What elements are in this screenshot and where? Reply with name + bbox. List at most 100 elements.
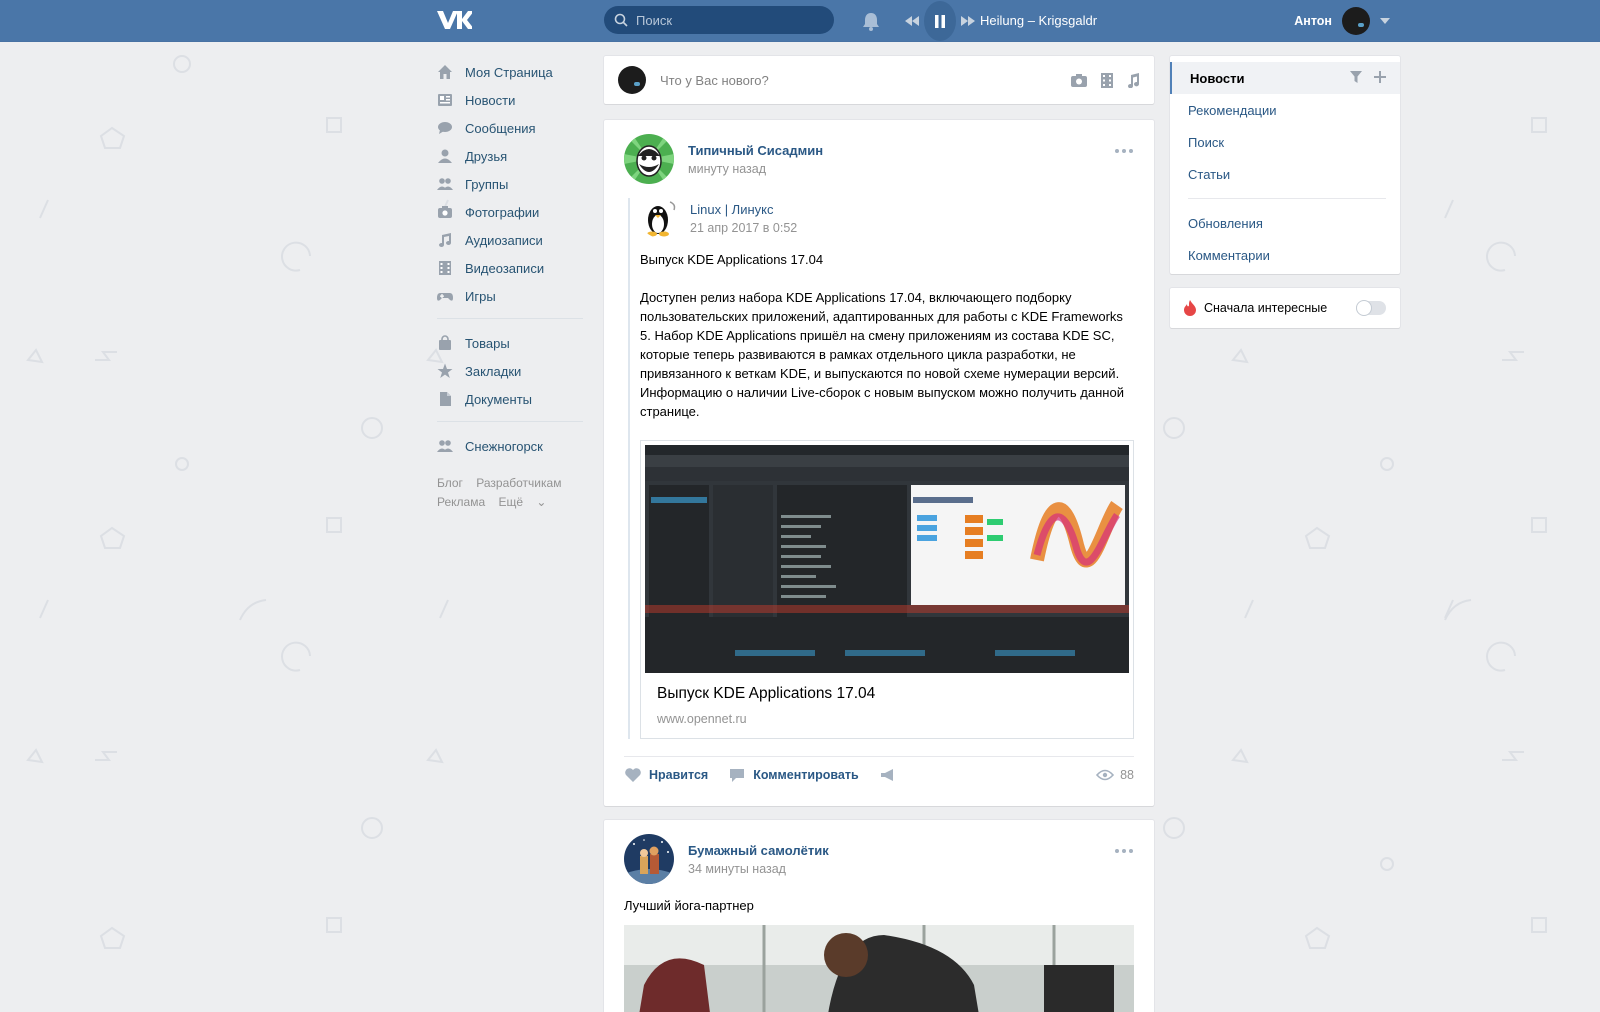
avatar xyxy=(1342,7,1370,35)
post: Типичный Сисадмин минуту назад Linux | Л… xyxy=(604,120,1154,806)
sidebar-item[interactable]: Видеозаписи xyxy=(437,254,587,282)
heart-icon xyxy=(625,767,641,782)
more-icon[interactable] xyxy=(1114,148,1134,154)
avatar[interactable] xyxy=(624,834,674,884)
sidebar-item[interactable]: Группы xyxy=(437,170,587,198)
like-button[interactable]: Нравится xyxy=(624,767,708,783)
next-track-button[interactable] xyxy=(956,0,980,42)
sidebar-item[interactable]: Аудиозаписи xyxy=(437,226,587,254)
sidebar-item[interactable]: Закладки xyxy=(437,357,587,385)
blog-link[interactable]: Блог xyxy=(437,476,463,490)
more-link[interactable]: Ещё ⌄ xyxy=(498,495,556,509)
interesting-first-toggle[interactable] xyxy=(1356,300,1386,316)
sidebar-item-label: Игры xyxy=(465,288,496,304)
repost-author[interactable]: Linux | Линукс xyxy=(690,202,797,217)
search-box[interactable] xyxy=(604,6,834,34)
tux-avatar-image xyxy=(640,198,680,238)
post-title-text: Выпуск KDE Applications 17.04 xyxy=(640,252,824,267)
post-composer[interactable]: Что у Вас нового? xyxy=(604,56,1154,104)
link-domain[interactable]: www.opennet.ru xyxy=(657,712,1117,726)
vk-logo[interactable] xyxy=(436,9,472,31)
composer-input[interactable]: Что у Вас нового? xyxy=(660,73,1070,88)
user-menu[interactable]: Антон xyxy=(1294,0,1390,42)
filter-comments[interactable]: Комментарии xyxy=(1170,239,1400,271)
news-icon xyxy=(437,92,453,108)
sidebar-item[interactable]: Друзья xyxy=(437,142,587,170)
filter-articles[interactable]: Статьи xyxy=(1170,158,1400,190)
link-title[interactable]: Выпуск KDE Applications 17.04 xyxy=(657,685,1117,703)
sidebar-item[interactable]: Документы xyxy=(437,385,587,413)
document-icon xyxy=(437,391,453,407)
sidebar-item-label: Товары xyxy=(465,335,510,351)
video-icon[interactable] xyxy=(1100,72,1114,88)
divider xyxy=(1188,198,1386,199)
bell-icon[interactable] xyxy=(862,11,880,31)
link-preview-image xyxy=(645,445,1129,673)
comment-label: Комментировать xyxy=(753,767,859,782)
sidebar-item[interactable]: Игры xyxy=(437,282,587,310)
friends-icon xyxy=(437,148,453,164)
sidebar-item[interactable]: Снежногорск xyxy=(437,432,587,460)
sidebar-item[interactable]: Новости xyxy=(437,86,587,114)
user-name: Антон xyxy=(1294,14,1332,28)
left-nav: Моя Страница Новости Сообщения Друзья Группы… xyxy=(437,58,587,512)
post-author[interactable]: Бумажный самолётик xyxy=(688,843,829,858)
comment-icon xyxy=(730,768,745,782)
pause-button[interactable] xyxy=(924,1,956,41)
more-icon[interactable] xyxy=(1114,848,1134,854)
search-input[interactable] xyxy=(636,12,816,28)
camera-icon xyxy=(437,204,453,220)
music-icon[interactable] xyxy=(1126,72,1140,88)
developers-link[interactable]: Разработчикам xyxy=(476,476,561,490)
previous-track-button[interactable] xyxy=(900,0,924,42)
sidebar-item[interactable]: Моя Страница xyxy=(437,58,587,86)
post-body-text: Доступен релиз набора KDE Applications 1… xyxy=(640,290,1124,419)
search-icon xyxy=(614,13,628,27)
fire-icon xyxy=(1184,300,1196,316)
sidebar-item-label: Фотографии xyxy=(465,204,540,220)
filter-news[interactable]: Новости xyxy=(1170,62,1400,94)
sidebar-item-label: Друзья xyxy=(465,148,508,164)
sidebar-item-label: Аудиозаписи xyxy=(465,232,543,248)
post-photo[interactable] xyxy=(624,925,1134,1012)
sidebar-item[interactable]: Товары xyxy=(437,329,587,357)
sidebar-item[interactable]: Фотографии xyxy=(437,198,587,226)
interesting-first-toggle-row[interactable]: Сначала интересные xyxy=(1170,288,1400,328)
sidebar-item[interactable]: Сообщения xyxy=(437,114,587,142)
avatar[interactable] xyxy=(624,134,674,184)
sysadmin-avatar-image xyxy=(624,134,674,184)
camera-icon[interactable] xyxy=(1070,73,1088,88)
repost-time[interactable]: 21 апр 2017 в 0:52 xyxy=(690,221,797,235)
sidebar-item-label: Моя Страница xyxy=(465,64,553,80)
footer-links: Блог Разработчикам Реклама Ещё ⌄ xyxy=(437,474,587,512)
film-icon xyxy=(437,260,453,276)
filter-news-label: Новости xyxy=(1190,70,1245,86)
star-icon xyxy=(437,363,453,379)
post-author[interactable]: Типичный Сисадмин xyxy=(688,143,823,158)
group-icon xyxy=(437,438,453,454)
link-attachment[interactable]: Выпуск KDE Applications 17.04 www.openne… xyxy=(640,440,1134,739)
avatar[interactable] xyxy=(640,198,680,238)
chevron-down-icon: ⌄ xyxy=(536,495,547,509)
filter-updates[interactable]: Обновления xyxy=(1170,207,1400,239)
filter-icon[interactable] xyxy=(1350,71,1362,83)
share-button[interactable] xyxy=(879,767,904,783)
ads-link[interactable]: Реклама xyxy=(437,495,485,509)
filter-recommendations[interactable]: Рекомендации xyxy=(1170,94,1400,126)
audio-player xyxy=(900,0,980,42)
like-label: Нравится xyxy=(649,767,709,782)
comment-button[interactable]: Комментировать xyxy=(728,767,859,783)
plus-icon[interactable] xyxy=(1374,71,1386,83)
bag-icon xyxy=(437,335,453,351)
rewind-icon xyxy=(905,16,919,26)
post-time[interactable]: 34 минуты назад xyxy=(688,862,829,876)
top-bar: Heilung – Krigsgaldr Антон xyxy=(0,0,1600,42)
current-track[interactable]: Heilung – Krigsgaldr xyxy=(980,13,1097,28)
post-actions: Нравится Комментировать 88 xyxy=(624,756,1134,792)
gamepad-icon xyxy=(437,288,453,304)
music-icon xyxy=(437,232,453,248)
groups-icon xyxy=(437,176,453,192)
filter-search[interactable]: Поиск xyxy=(1170,126,1400,158)
post-text: Лучший йога-партнер xyxy=(624,898,754,913)
post-time[interactable]: минуту назад xyxy=(688,162,823,176)
